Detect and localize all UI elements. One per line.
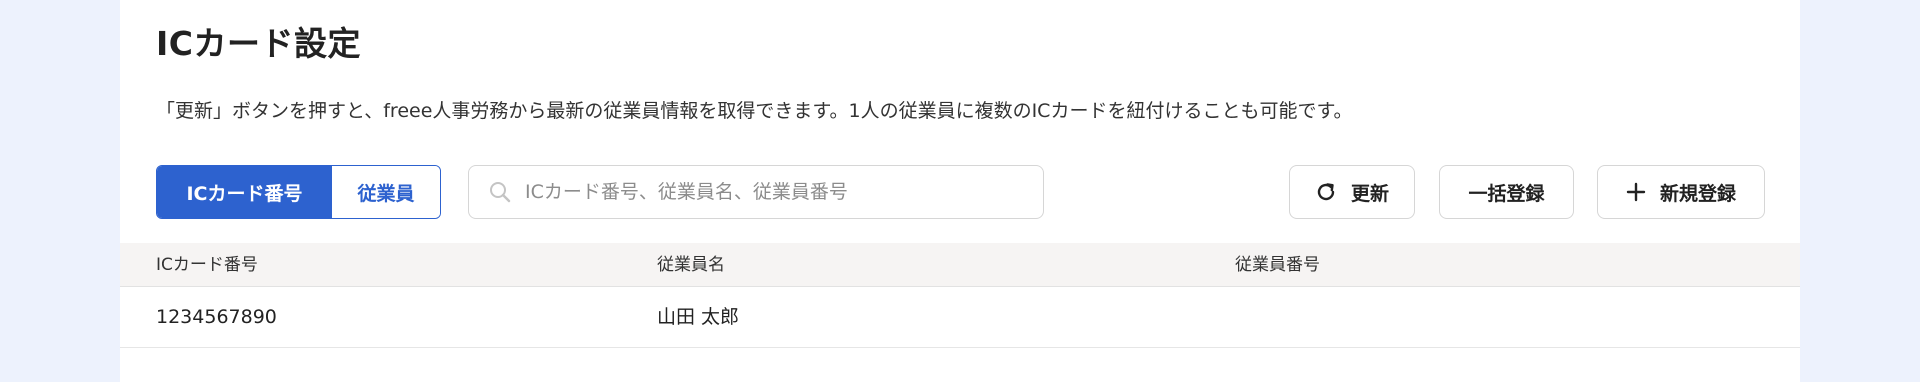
bulk-register-label: 一括登録 bbox=[1468, 182, 1545, 205]
toggle-card-number[interactable]: ICカード番号 bbox=[157, 166, 332, 218]
column-header-employee-number[interactable]: 従業員番号 bbox=[1235, 243, 1320, 287]
plus-icon bbox=[1626, 182, 1646, 202]
search-box[interactable] bbox=[468, 165, 1044, 219]
view-toggle: ICカード番号 従業員 bbox=[156, 165, 441, 219]
table-header: ICカード番号 従業員名 従業員番号 bbox=[120, 243, 1800, 287]
refresh-button[interactable]: 更新 bbox=[1289, 165, 1415, 219]
table-row[interactable]: 1234567890 山田 太郎 bbox=[120, 287, 1800, 348]
refresh-icon bbox=[1315, 181, 1337, 203]
column-header-employee-name[interactable]: 従業員名 bbox=[657, 243, 725, 287]
new-register-button[interactable]: 新規登録 bbox=[1597, 165, 1765, 219]
main-panel: ICカード設定 「更新」ボタンを押すと、freee人事労務から最新の従業員情報を… bbox=[120, 0, 1800, 382]
cell-card-number: 1234567890 bbox=[156, 306, 277, 328]
new-register-label: 新規登録 bbox=[1659, 182, 1736, 205]
toggle-employee[interactable]: 従業員 bbox=[332, 166, 440, 218]
search-icon bbox=[490, 182, 511, 203]
cell-employee-name: 山田 太郎 bbox=[657, 306, 740, 328]
bulk-register-button[interactable]: 一括登録 bbox=[1439, 165, 1574, 219]
column-header-card-number[interactable]: ICカード番号 bbox=[156, 243, 258, 287]
page-title: ICカード設定 bbox=[156, 24, 361, 63]
search-input[interactable] bbox=[525, 181, 1005, 203]
page-description: 「更新」ボタンを押すと、freee人事労務から最新の従業員情報を取得できます。1… bbox=[156, 100, 1353, 122]
refresh-label: 更新 bbox=[1350, 182, 1389, 205]
